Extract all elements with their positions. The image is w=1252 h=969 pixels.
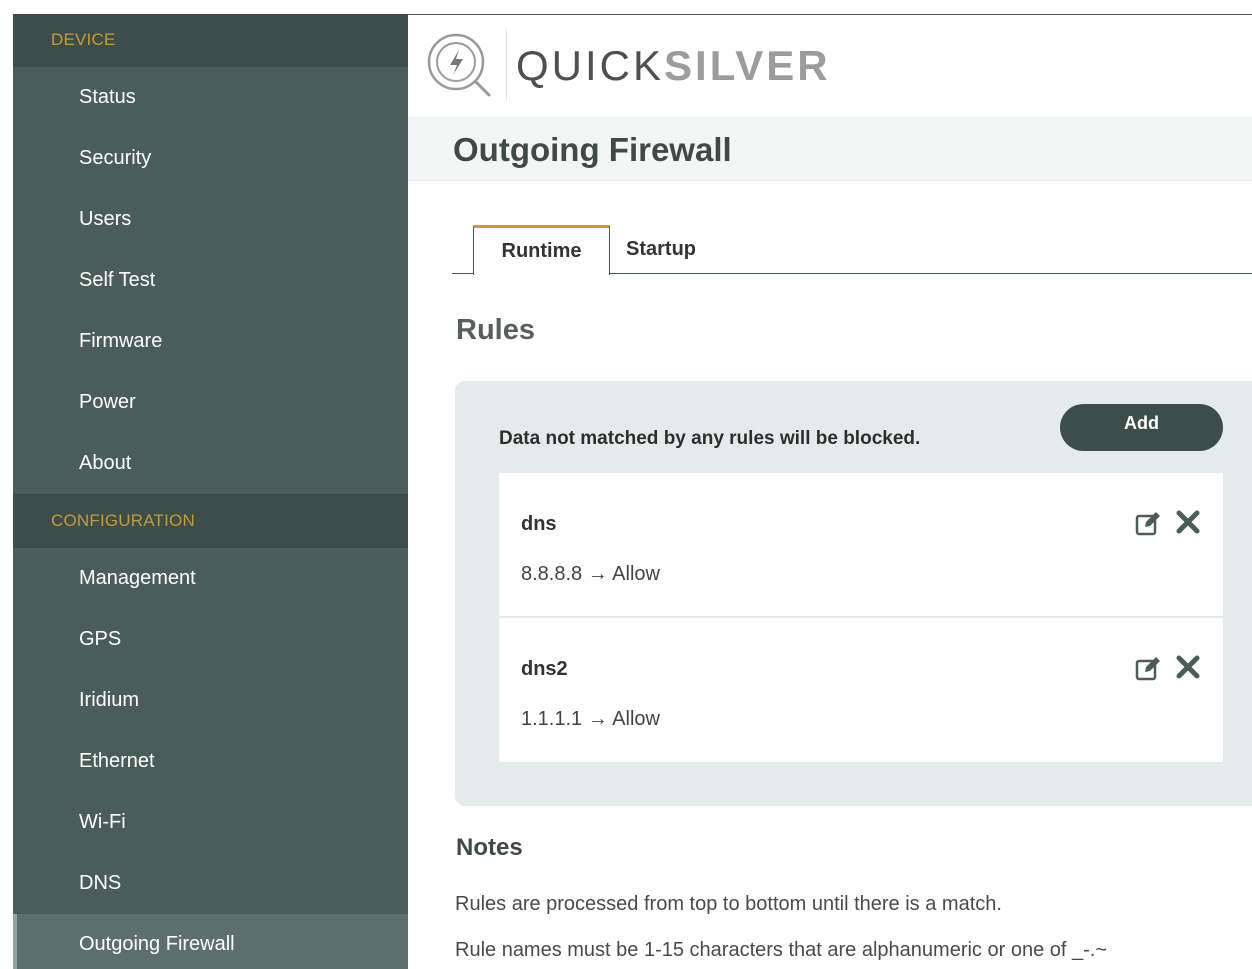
brand-wordmark-light: QUICK (516, 42, 665, 89)
rule-card: dns2 1.1.1.1 → Allow (499, 618, 1223, 762)
delete-icon[interactable] (1175, 509, 1201, 535)
tab-runtime[interactable]: Runtime (473, 225, 610, 275)
lightning-magnifier-logo-icon (423, 29, 495, 101)
sidebar-item-about[interactable]: About (13, 433, 408, 494)
brand-wordmark-bold: SILVER (664, 42, 831, 89)
rules-default-note: Data not matched by any rules will be bl… (499, 428, 921, 449)
note-line: Rules are processed from top to bottom u… (455, 893, 1002, 915)
sidebar-item-ethernet[interactable]: Ethernet (13, 731, 408, 792)
edit-icon[interactable] (1135, 655, 1163, 681)
rule-detail: 1.1.1.1 → Allow (521, 708, 660, 730)
sidebar-section-device: DEVICE (13, 14, 408, 67)
brand-wordmark: QUICKSILVER (516, 42, 831, 90)
sidebar-item-users[interactable]: Users (13, 189, 408, 250)
title-bar: Outgoing Firewall (408, 117, 1252, 181)
notes-heading: Notes (456, 834, 523, 861)
sidebar-item-status[interactable]: Status (13, 67, 408, 128)
rule-name: dns2 (521, 658, 568, 680)
edit-icon[interactable] (1135, 510, 1163, 536)
tab-startup[interactable]: Startup (610, 225, 732, 274)
rule-card: dns 8.8.8.8 → Allow (499, 473, 1223, 617)
note-line: Rule names must be 1-15 characters that … (455, 939, 1108, 961)
rule-detail: 8.8.8.8 → Allow (521, 563, 660, 585)
sidebar: DEVICE Status Security Users Self Test F… (13, 14, 408, 969)
sidebar-item-management[interactable]: Management (13, 548, 408, 609)
rules-heading: Rules (456, 314, 535, 346)
delete-icon[interactable] (1175, 654, 1201, 680)
logo-divider (506, 29, 507, 101)
rule-name: dns (521, 513, 557, 535)
sidebar-item-security[interactable]: Security (13, 128, 408, 189)
sidebar-item-iridium[interactable]: Iridium (13, 670, 408, 731)
sidebar-item-power[interactable]: Power (13, 372, 408, 433)
add-rule-button[interactable]: Add (1060, 404, 1223, 451)
sidebar-section-configuration: CONFIGURATION (13, 494, 408, 548)
tab-bar: Runtime Startup (452, 225, 1252, 275)
page-title: Outgoing Firewall (453, 131, 732, 168)
sidebar-item-self-test[interactable]: Self Test (13, 250, 408, 311)
sidebar-item-gps[interactable]: GPS (13, 609, 408, 670)
brand-header: QUICKSILVER (408, 15, 1252, 117)
sidebar-item-dns[interactable]: DNS (13, 853, 408, 914)
sidebar-item-wifi[interactable]: Wi-Fi (13, 792, 408, 853)
rules-panel: Data not matched by any rules will be bl… (455, 381, 1252, 806)
sidebar-item-outgoing-firewall[interactable]: Outgoing Firewall (13, 914, 408, 969)
sidebar-item-firmware[interactable]: Firmware (13, 311, 408, 372)
